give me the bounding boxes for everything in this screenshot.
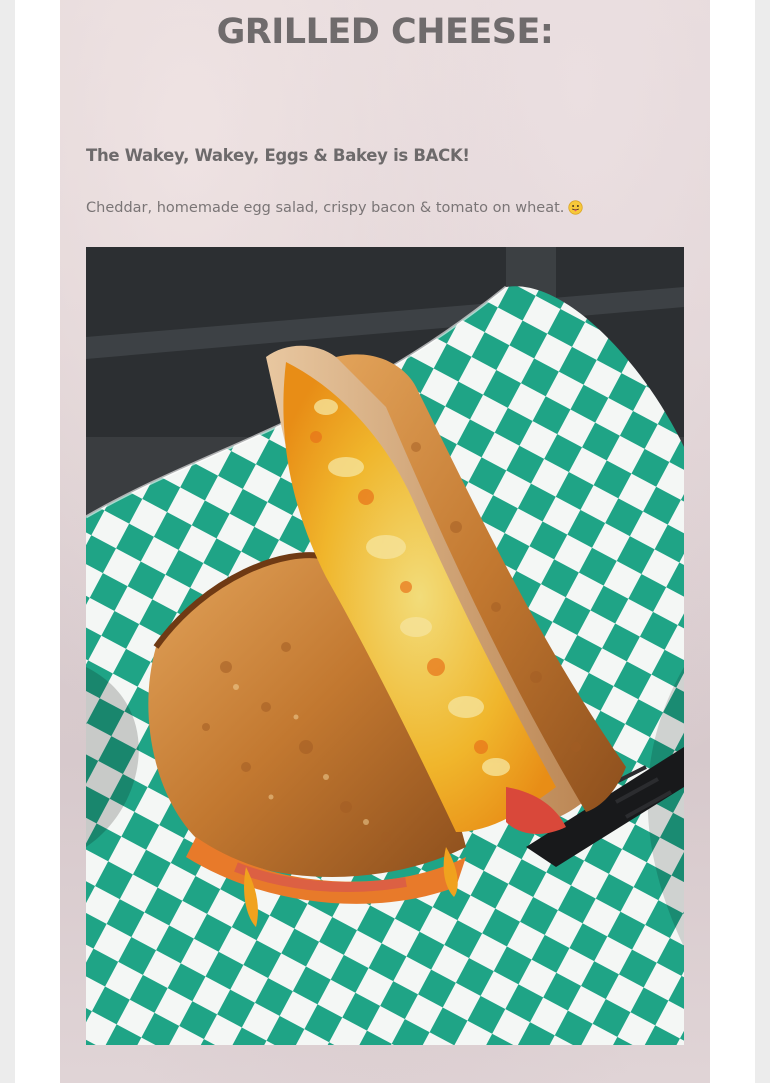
post-subtitle: The Wakey, Wakey, Eggs & Bakey is BACK! (86, 146, 470, 165)
grilled-cheese-illustration (86, 247, 684, 1045)
face-with-tongue-icon (568, 200, 584, 215)
post-description: Cheddar, homemade egg salad, crispy baco… (86, 200, 565, 216)
post-title: GRILLED CHEESE: (216, 12, 554, 52)
grilled-cheese-photo (86, 247, 684, 1045)
post-description-line: Cheddar, homemade egg salad, crispy baco… (86, 200, 584, 216)
page-background: GRILLED CHEESE: The Wakey, Wakey, Eggs &… (15, 0, 755, 1083)
post-card: GRILLED CHEESE: The Wakey, Wakey, Eggs &… (60, 0, 710, 1083)
